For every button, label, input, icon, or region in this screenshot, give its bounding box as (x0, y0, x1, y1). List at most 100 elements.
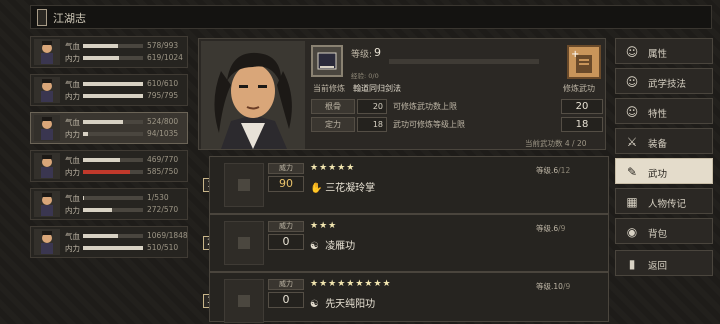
menu-item[interactable]: ▮ 返回 (615, 250, 713, 276)
menu-label: 装备 (648, 139, 668, 150)
hp-bar (83, 234, 143, 238)
mp-value: 619/1024 (147, 53, 183, 62)
mp-label: 内力 (65, 54, 80, 63)
hp-value: 469/770 (147, 155, 179, 164)
skill-grid-icon (224, 221, 264, 265)
hp-value: 1069/1848 (147, 231, 188, 240)
party-member[interactable]: 气血 1/530 内力 272/570 (30, 188, 188, 220)
attr-value: 20 (357, 99, 387, 114)
skill-name: ✋ 三花凝玲掌 (310, 183, 376, 194)
menu-label: 返回 (648, 261, 668, 272)
mp-value: 795/795 (147, 91, 179, 100)
mp-row: 内力 619/1024 (65, 53, 187, 63)
menu-label: 武功 (648, 169, 668, 180)
menu-item[interactable]: ☺ 属性 (615, 38, 713, 64)
attr-desc: 武功可修炼等级上限 (393, 120, 465, 129)
hp-value: 1/530 (147, 193, 169, 202)
menu-item[interactable]: ☺ 特性 (615, 98, 713, 124)
avatar (34, 191, 60, 217)
skill-level: 等级.6/9 (536, 224, 566, 233)
party-member[interactable]: 气血 524/800 内力 94/1035 (30, 112, 188, 144)
star-rating: ★★★ (310, 221, 338, 231)
avatar (34, 229, 60, 255)
skill-info-panel: 等级: 9 经验: 0/0 当前修炼 翰道同归剑法 + 修炼武功 根骨 20 可… (198, 38, 606, 150)
hp-bar (83, 158, 143, 162)
menu-item[interactable]: ⚔ 装备 (615, 128, 713, 154)
skill-book-icon[interactable] (311, 45, 343, 77)
menu-item[interactable]: ☺ 武学技法 (615, 68, 713, 94)
mp-row: 内力 94/1035 (65, 129, 187, 139)
menu-label: 人物传记 (648, 199, 687, 210)
menu-item[interactable]: ▦ 人物传记 (615, 188, 713, 214)
menu-item[interactable]: ◉ 背包 (615, 218, 713, 244)
attr-value: 18 (357, 117, 387, 132)
skill-slot[interactable]: 威力 90 ★★★★★ 等级.6/12 ✋ 三花凝玲掌 (209, 156, 609, 214)
menu-icon: ⚔ (626, 135, 638, 149)
mp-bar (83, 132, 143, 136)
mp-row: 内力 272/570 (65, 205, 187, 215)
book-icon (37, 9, 47, 26)
current-skill-count: 当前武功数 4 / 20 (525, 139, 587, 148)
page-title: 江湖志 (53, 12, 86, 25)
exp-bar (389, 59, 539, 64)
character-portrait (201, 41, 305, 149)
hp-row: 气血 524/800 (65, 117, 187, 127)
power-value: 0 (268, 234, 304, 250)
skill-grid-icon (224, 163, 264, 207)
hp-label: 气血 (65, 156, 80, 165)
menu-label: 武学技法 (648, 79, 687, 90)
mp-bar (83, 56, 143, 60)
skill-name: ☯ 凌雁功 (310, 241, 356, 252)
mp-label: 内力 (65, 130, 80, 139)
title-bar: 江湖志 (30, 5, 712, 29)
skill-slot[interactable]: 威力 0 ★★★ 等级.6/9 ☯ 凌雁功 (209, 214, 609, 272)
mp-value: 272/570 (147, 205, 179, 214)
mp-bar (83, 208, 143, 212)
skill-level: 等级.10/9 (536, 282, 571, 291)
menu-icon: ✎ (626, 165, 638, 179)
skill-grid-icon (224, 279, 264, 323)
skill-slot[interactable]: 威力 0 ★★★★★★★★★ 等级.10/9 ☯ 先天纯阳功 (209, 272, 609, 323)
exp-label: 经验: 0/0 (351, 72, 379, 80)
menu-label: 特性 (648, 109, 668, 120)
power-label: 威力 (268, 279, 304, 290)
attr-limit: 18 (561, 117, 603, 132)
attr-row-focus: 定力 18 武功可修炼等级上限 18 (311, 117, 603, 132)
party-member[interactable]: 气血 1069/1848 内力 510/510 (30, 226, 188, 258)
party-member[interactable]: 气血 578/993 内力 619/1024 (30, 36, 188, 68)
hp-bar (83, 196, 143, 200)
avatar (34, 153, 60, 179)
skill-type-icon: ✋ (310, 183, 323, 194)
avatar (34, 77, 60, 103)
hp-bar (83, 120, 143, 124)
star-rating: ★★★★★ (310, 163, 356, 173)
menu-icon: ☺ (625, 105, 639, 119)
menu-icon: ◉ (626, 225, 638, 239)
mp-row: 内力 585/750 (65, 167, 187, 177)
hp-label: 气血 (65, 194, 80, 203)
avatar (34, 39, 60, 65)
hp-row: 气血 578/993 (65, 41, 187, 51)
star-rating: ★★★★★★★★★ (310, 279, 392, 289)
hp-label: 气血 (65, 42, 80, 51)
hp-label: 气血 (65, 232, 80, 241)
practice-skill-button[interactable]: + (567, 45, 601, 79)
svg-text:+: + (571, 49, 579, 60)
mp-bar (83, 94, 143, 98)
power-label: 威力 (268, 163, 304, 174)
mp-label: 内力 (65, 92, 80, 101)
skill-type-icon: ☯ (310, 241, 319, 252)
hp-value: 578/993 (147, 41, 179, 50)
avatar (34, 115, 60, 141)
party-member[interactable]: 气血 610/610 内力 795/795 (30, 74, 188, 106)
mp-label: 内力 (65, 244, 80, 253)
power-label: 威力 (268, 221, 304, 232)
menu-item[interactable]: ✎ 武功 (615, 158, 713, 184)
practice-skill-label: 修炼武功 (563, 84, 595, 93)
attr-desc: 可修炼武功数上限 (393, 102, 457, 111)
skill-level: 等级.6/12 (536, 166, 571, 175)
hp-bar (83, 44, 143, 48)
power-value: 0 (268, 292, 304, 308)
hp-label: 气血 (65, 118, 80, 127)
party-member[interactable]: 气血 469/770 内力 585/750 (30, 150, 188, 182)
